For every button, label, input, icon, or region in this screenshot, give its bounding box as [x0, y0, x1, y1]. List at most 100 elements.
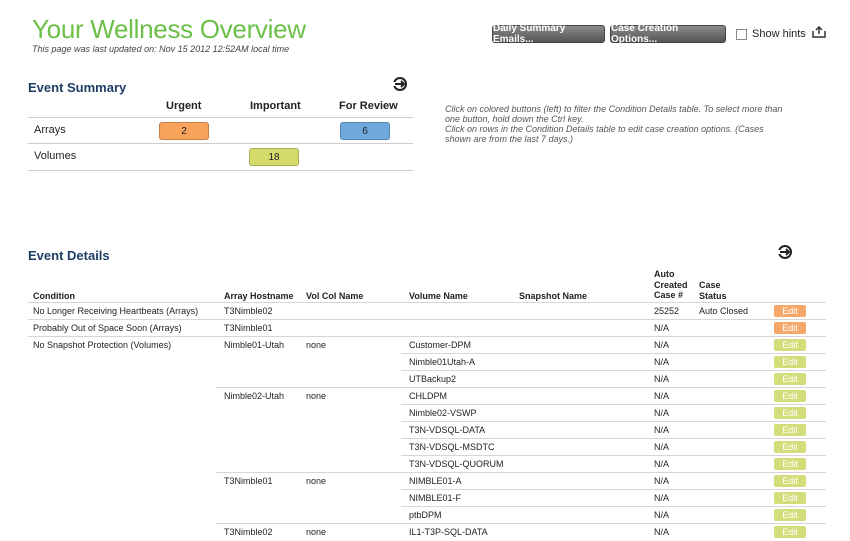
cell-array-hostname: T3Nimble01 — [224, 323, 273, 333]
show-hints-label: Show hints — [752, 28, 806, 40]
table-row[interactable]: T3Nimble01 none NIMBLE01-A N/A Edit — [216, 472, 826, 490]
cell-vol-col-name: none — [306, 340, 327, 350]
cell-case-number: N/A — [654, 357, 670, 367]
header-vol-col-name: Vol Col Name — [306, 291, 364, 301]
cell-case-number: N/A — [654, 408, 670, 418]
event-summary-heading: Event Summary — [28, 80, 127, 95]
header-status-line: Case — [699, 280, 721, 290]
table-row[interactable]: T3Nimble02 none IL1-T3P-SQL-DATA N/A Edit — [216, 523, 826, 541]
header-case-status: Case Status — [699, 280, 727, 301]
cell-array-hostname: T3Nimble02 — [224, 306, 273, 316]
cell-case-number: N/A — [654, 425, 670, 435]
collapse-arrow-icon[interactable] — [778, 245, 792, 259]
help-text-filter: Click on colored buttons (left) to filte… — [445, 104, 783, 124]
cell-case-number: N/A — [654, 442, 670, 452]
cell-volume-name: Nimble02-VSWP — [409, 408, 477, 418]
export-icon[interactable] — [812, 26, 826, 38]
case-creation-options-button[interactable]: Case Creation Options... — [610, 23, 726, 45]
cell-case-number: N/A — [654, 476, 670, 486]
show-hints-checkbox[interactable] — [736, 28, 747, 40]
table-row[interactable]: No Longer Receiving Heartbeats (Arrays) T… — [28, 302, 826, 320]
table-row[interactable]: Nimble02-Utah none CHLDPM N/A Edit — [216, 387, 826, 405]
col-important: Important — [250, 100, 301, 112]
col-urgent: Urgent — [166, 100, 202, 112]
edit-button[interactable]: Edit — [774, 407, 806, 419]
edit-button[interactable]: Edit — [774, 492, 806, 504]
cell-vol-col-name: none — [306, 476, 327, 486]
page-title: Your Wellness Overview — [32, 14, 306, 44]
help-text: Click on colored buttons (left) to filte… — [445, 104, 785, 144]
table-row[interactable]: T3N-VDSQL-MSDTC N/A Edit — [401, 438, 826, 456]
cell-array-hostname: T3Nimble02 — [224, 527, 273, 537]
cell-case-status: Auto Closed — [699, 306, 749, 316]
table-row[interactable]: NIMBLE01-F N/A Edit — [401, 489, 826, 507]
cell-vol-col-name: none — [306, 391, 327, 401]
cell-case-number: N/A — [654, 493, 670, 503]
table-row[interactable]: Probably Out of Space Soon (Arrays) T3Nim… — [28, 319, 826, 337]
event-details-heading: Event Details — [28, 248, 110, 263]
cell-case-number: 25252 — [654, 306, 680, 316]
header-auto-created-case: Auto Created Case # — [654, 269, 688, 301]
cell-volume-name: Customer-DPM — [409, 340, 472, 350]
cell-case-number: N/A — [654, 323, 670, 333]
cell-array-hostname: T3Nimble01 — [224, 476, 273, 486]
cell-volume-name: NIMBLE01-A — [409, 476, 462, 486]
header-auto-line: Auto — [654, 269, 675, 279]
cell-array-hostname: Nimble02-Utah — [224, 391, 285, 401]
urgent-arrays-button[interactable]: 2 — [159, 122, 209, 140]
review-arrays-button[interactable]: 6 — [340, 122, 390, 140]
cell-case-number: N/A — [654, 391, 670, 401]
table-row[interactable]: T3N-VDSQL-QUORUM N/A Edit — [401, 455, 826, 473]
edit-button[interactable]: Edit — [774, 526, 806, 538]
edit-button[interactable]: Edit — [774, 373, 806, 385]
col-for-review: For Review — [339, 100, 398, 112]
cell-condition: No Snapshot Protection (Volumes) — [33, 340, 172, 350]
cell-vol-col-name: none — [306, 527, 327, 537]
important-volumes-button[interactable]: 18 — [249, 148, 299, 166]
header-array-hostname: Array Hostname — [224, 291, 294, 301]
cell-volume-name: NIMBLE01-F — [409, 493, 462, 503]
summary-row-label: Arrays — [34, 124, 66, 136]
collapse-arrow-icon[interactable] — [393, 77, 407, 91]
header-condition: Condition — [33, 291, 75, 301]
last-updated-text: This page was last updated on: Nov 15 20… — [32, 44, 290, 54]
help-text-edit: Click on rows in the Condition Details t… — [445, 124, 764, 144]
cell-volume-name: T3N-VDSQL-DATA — [409, 425, 486, 435]
edit-button[interactable]: Edit — [774, 458, 806, 470]
edit-button[interactable]: Edit — [774, 441, 806, 453]
cell-volume-name: Nimble01Utah-A — [409, 357, 476, 367]
table-row[interactable]: No Snapshot Protection (Volumes) Nimble01… — [28, 336, 826, 354]
cell-volume-name: UTBackup2 — [409, 374, 457, 384]
cell-case-number: N/A — [654, 459, 670, 469]
cell-case-number: N/A — [654, 340, 670, 350]
edit-button[interactable]: Edit — [774, 322, 806, 334]
cell-volume-name: ptbDPM — [409, 510, 442, 520]
summary-row-arrays: Arrays 2 6 — [28, 117, 413, 144]
header-auto-line: Case # — [654, 290, 684, 300]
table-row[interactable]: T3N-VDSQL-DATA N/A Edit — [401, 421, 826, 439]
header-status-line: Status — [699, 290, 727, 301]
summary-row-volumes: Volumes 18 — [28, 143, 413, 171]
cell-array-hostname: Nimble01-Utah — [224, 340, 285, 350]
cell-volume-name: CHLDPM — [409, 391, 448, 401]
table-row[interactable]: UTBackup2 N/A Edit — [401, 370, 826, 388]
summary-row-label: Volumes — [34, 150, 77, 162]
daily-summary-emails-button[interactable]: Daily Summary Emails... — [492, 23, 605, 45]
header-auto-line: Created — [654, 279, 688, 290]
edit-button[interactable]: Edit — [774, 305, 806, 317]
cell-volume-name: IL1-T3P-SQL-DATA — [409, 527, 488, 537]
edit-button[interactable]: Edit — [774, 509, 806, 521]
cell-condition: Probably Out of Space Soon (Arrays) — [33, 323, 182, 333]
table-row[interactable]: Nimble01Utah-A N/A Edit — [401, 353, 826, 371]
table-row[interactable]: Nimble02-VSWP N/A Edit — [401, 404, 826, 422]
edit-button[interactable]: Edit — [774, 390, 806, 402]
edit-button[interactable]: Edit — [774, 339, 806, 351]
edit-button[interactable]: Edit — [774, 475, 806, 487]
cell-case-number: N/A — [654, 527, 670, 537]
cell-case-number: N/A — [654, 510, 670, 520]
show-hints-toggle[interactable]: Show hints — [736, 28, 806, 40]
table-row[interactable]: ptbDPM N/A Edit — [401, 506, 826, 524]
edit-button[interactable]: Edit — [774, 424, 806, 436]
edit-button[interactable]: Edit — [774, 356, 806, 368]
header-snapshot-name: Snapshot Name — [519, 291, 588, 301]
